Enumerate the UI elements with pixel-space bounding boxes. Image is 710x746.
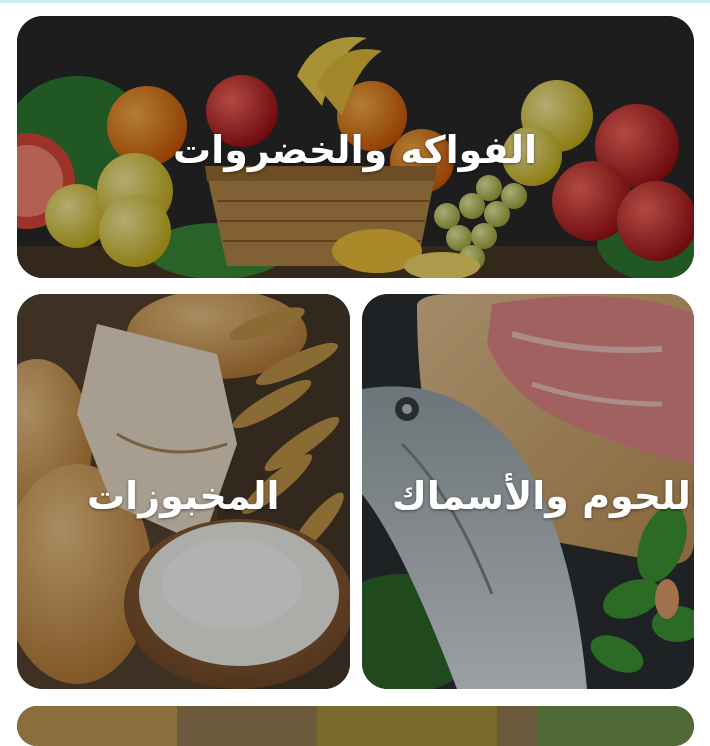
category-label: اللحوم والأسماك xyxy=(392,474,694,518)
category-label: المخبوزات xyxy=(87,474,280,518)
category-card-fruits-vegetables[interactable]: الفواكه والخضروات xyxy=(17,16,694,278)
category-card-meat-fish[interactable]: اللحوم والأسماك xyxy=(362,294,694,689)
category-card-partial[interactable] xyxy=(17,706,694,746)
partial-category-photo xyxy=(17,706,694,746)
category-card-bakery[interactable]: المخبوزات xyxy=(17,294,350,689)
category-label: الفواكه والخضروات xyxy=(173,128,538,172)
top-accent-line xyxy=(0,0,710,3)
